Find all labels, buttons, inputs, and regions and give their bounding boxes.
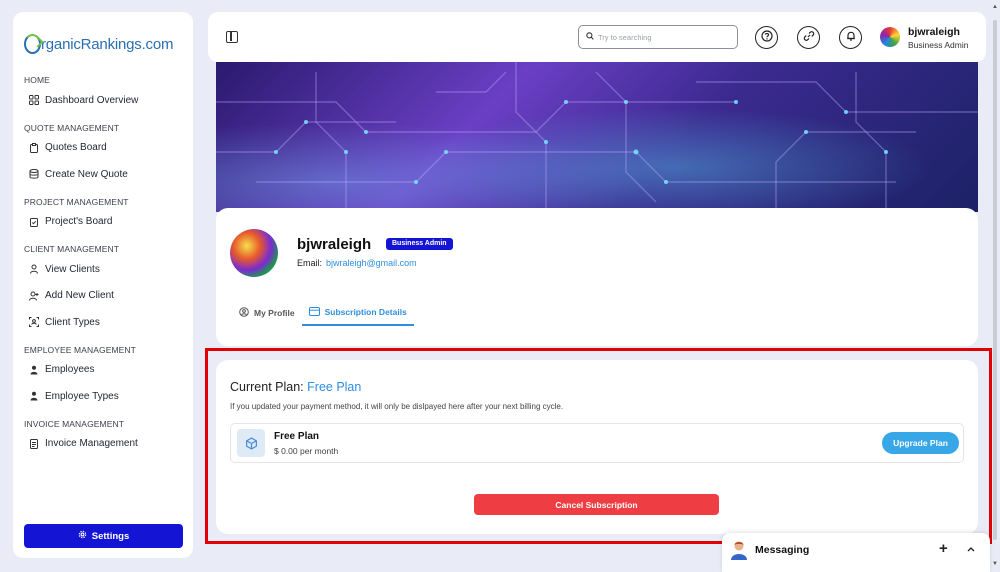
brand-logo-text: rganicRankings.com xyxy=(41,35,174,53)
notifications-button[interactable] xyxy=(839,26,862,49)
clipboard-check-icon xyxy=(29,217,39,227)
search-icon xyxy=(586,32,594,42)
help-button[interactable] xyxy=(755,26,778,49)
settings-button[interactable]: Settings xyxy=(24,524,183,548)
sidebar-item-label: View Clients xyxy=(45,263,100,275)
sidebar-item-employees[interactable]: Employees xyxy=(24,357,184,384)
section-title-employee: EMPLOYEE MANAGEMENT xyxy=(24,344,136,355)
sidebar-item-label: Project's Board xyxy=(45,216,113,228)
sidebar-item-client-types[interactable]: Client Types xyxy=(24,309,184,336)
circuit-pattern xyxy=(216,62,978,212)
database-icon xyxy=(29,169,39,179)
highlight-box xyxy=(205,348,992,544)
plus-icon[interactable]: + xyxy=(939,540,948,557)
header-user-name: bjwraleigh xyxy=(908,26,960,38)
sidebar-item-projects-board[interactable]: Project's Board xyxy=(24,209,184,236)
document-icon xyxy=(29,438,39,449)
sidebar-item-view-clients[interactable]: View Clients xyxy=(24,256,184,283)
tab-subscription-details[interactable]: Subscription Details xyxy=(301,300,414,326)
profile-name: bjwraleigh xyxy=(297,236,372,253)
sidebar-item-label: Employees xyxy=(45,364,95,376)
profile-avatar xyxy=(230,229,278,277)
sidebar: rganicRankings.com HOME Dashboard Overvi… xyxy=(13,12,193,558)
search-input[interactable] xyxy=(598,32,728,42)
help-icon xyxy=(760,30,773,45)
email-row: Email: bjwraleigh@gmail.com xyxy=(297,258,417,268)
credit-card-icon xyxy=(308,306,320,318)
section-title-project: PROJECT MANAGEMENT xyxy=(24,196,129,207)
email-label: Email: xyxy=(297,258,323,268)
sidebar-item-label: Client Types xyxy=(45,316,100,328)
sidebar-item-invoice-management[interactable]: Invoice Management xyxy=(24,431,184,458)
sidebar-item-label: Add New Client xyxy=(45,290,114,302)
scroll-down-arrow-icon[interactable]: ▼ xyxy=(992,561,998,567)
grid-icon xyxy=(29,95,39,106)
sidebar-toggle-icon[interactable] xyxy=(226,31,238,43)
bell-icon xyxy=(845,30,857,45)
brand-logo[interactable]: rganicRankings.com xyxy=(24,34,173,54)
sidebar-item-quotes-board[interactable]: Quotes Board xyxy=(24,135,184,162)
section-title-home: HOME xyxy=(24,75,50,85)
sidebar-item-employee-types[interactable]: Employee Types xyxy=(24,383,184,410)
messaging-label: Messaging xyxy=(755,544,810,556)
sidebar-item-create-new-quote[interactable]: Create New Quote xyxy=(24,161,184,188)
link-button[interactable] xyxy=(797,26,820,49)
sidebar-item-label: Create New Quote xyxy=(45,168,128,180)
email-link[interactable]: bjwraleigh@gmail.com xyxy=(326,258,417,268)
top-header: bjwraleigh Business Admin xyxy=(208,12,986,62)
user-avatar[interactable] xyxy=(880,27,900,47)
sidebar-item-label: Invoice Management xyxy=(45,438,138,450)
user-icon xyxy=(29,264,39,274)
role-badge: Business Admin xyxy=(386,238,453,250)
search-box[interactable] xyxy=(578,25,738,49)
messaging-widget[interactable]: Messaging + xyxy=(722,533,990,572)
tab-label: My Profile xyxy=(254,308,295,318)
person-icon xyxy=(29,391,39,401)
tab-my-profile[interactable]: My Profile xyxy=(232,300,302,326)
profile-card: bjwraleigh Business Admin Email: bjwralei… xyxy=(216,208,978,346)
profile-tabs: My Profile Subscription Details xyxy=(232,300,414,326)
scroll-up-arrow-icon[interactable]: ▲ xyxy=(992,4,998,10)
sidebar-item-label: Dashboard Overview xyxy=(45,94,139,106)
sidebar-nav: HOME Dashboard Overview QUOTE MANAGEMENT… xyxy=(24,74,184,457)
header-user-role: Business Admin xyxy=(908,40,969,50)
sidebar-item-label: Quotes Board xyxy=(45,142,107,154)
section-title-invoice: INVOICE MANAGEMENT xyxy=(24,418,125,429)
settings-label: Settings xyxy=(91,530,130,542)
section-title-client: CLIENT MANAGEMENT xyxy=(24,244,120,254)
sidebar-item-add-new-client[interactable]: Add New Client xyxy=(24,283,184,310)
user-circle-icon xyxy=(239,307,249,319)
link-icon xyxy=(803,30,815,45)
clipboard-icon xyxy=(29,142,39,153)
logo-o-icon xyxy=(24,34,41,54)
user-plus-icon xyxy=(29,291,39,301)
scrollbar-thumb[interactable] xyxy=(993,20,997,540)
person-icon xyxy=(29,365,39,375)
profile-banner-image xyxy=(216,62,978,212)
sidebar-item-label: Employee Types xyxy=(45,390,119,402)
chevron-up-icon[interactable] xyxy=(967,544,975,554)
sidebar-item-dashboard-overview[interactable]: Dashboard Overview xyxy=(24,87,184,114)
tab-label: Subscription Details xyxy=(324,307,407,317)
section-title-quote: QUOTE MANAGEMENT xyxy=(24,122,120,133)
messaging-avatar-icon xyxy=(730,540,748,560)
gear-icon xyxy=(78,530,87,542)
user-frame-icon xyxy=(29,317,39,328)
